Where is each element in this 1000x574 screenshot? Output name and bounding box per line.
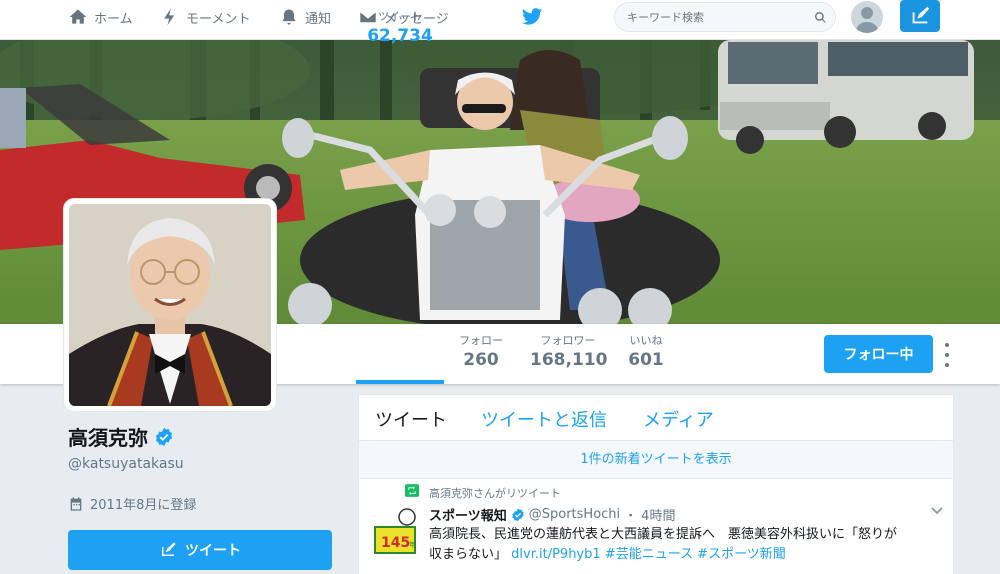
tab-media[interactable]: メディア xyxy=(643,406,714,432)
nav-notifications-label: 通知 xyxy=(305,11,332,27)
tweet-text-line2: 収まらない」 dlvr.it/P9hyb1 #芸能ニュース #スポーツ新聞 xyxy=(429,545,944,565)
stat-following-value: 260 xyxy=(463,350,499,370)
timeline: ツイート ツイートと返信 メディア 1件の新着ツイートを表示 高須克弥さんがリツ… xyxy=(358,394,954,574)
default-avatar-icon xyxy=(856,7,878,33)
nav-moments-label: モーメント xyxy=(186,11,251,27)
nav-moments[interactable]: モーメント xyxy=(160,0,250,34)
stat-followers[interactable]: フォロワー 168,110 xyxy=(530,332,608,370)
bell-icon xyxy=(282,9,296,25)
nav-notifications[interactable]: 通知 xyxy=(279,0,331,34)
stat-following[interactable]: フォロー 260 xyxy=(452,332,510,370)
compose-icon xyxy=(912,6,930,24)
home-icon xyxy=(69,9,87,24)
active-stat-underline xyxy=(356,380,444,384)
twitter-bird-icon[interactable] xyxy=(520,6,544,28)
avatar-badge-number: 145 xyxy=(381,535,410,551)
stat-followers-value: 168,110 xyxy=(530,350,608,370)
tweet-text-quote-end: 収まらない」 xyxy=(429,547,508,562)
dot xyxy=(945,363,949,367)
tweet-hashtags[interactable]: #芸能ニュース #スポーツ新聞 xyxy=(605,547,786,562)
tweet-author-name[interactable]: スポーツ報知 xyxy=(429,505,507,524)
more-options-button[interactable] xyxy=(941,343,953,367)
tweet-header: スポーツ報知 @SportsHochi ・ 4時間 xyxy=(429,505,675,524)
avatar-badge-sub: 年 xyxy=(409,540,416,549)
stat-tweets-label: ツイート xyxy=(378,10,422,23)
top-navigation-bar: ホーム モーメント 通知 メッセージ xyxy=(0,0,1000,40)
search-box[interactable] xyxy=(614,2,836,32)
joined-date-label: 2011年8月に登録 xyxy=(90,498,197,513)
dot xyxy=(945,343,949,347)
nav-home-label: ホーム xyxy=(94,11,133,27)
following-button[interactable]: フォロー中 xyxy=(824,335,933,373)
tweet-author-avatar[interactable]: 145 年 xyxy=(373,507,421,555)
verified-icon xyxy=(155,427,173,446)
tab-tweets-and-replies[interactable]: ツイートと返信 xyxy=(481,406,607,432)
nav-home[interactable]: ホーム xyxy=(68,0,133,34)
stat-likes[interactable]: いいね 601 xyxy=(624,332,668,370)
profile-handle[interactable]: @katsuyatakasu xyxy=(68,456,184,472)
joined-date: 2011年8月に登録 xyxy=(68,494,196,513)
profile-name[interactable]: 高須克弥 xyxy=(68,422,148,451)
profile-name-row: 高須克弥 xyxy=(68,422,174,451)
stat-likes-value: 601 xyxy=(628,350,664,370)
calendar-icon xyxy=(70,496,82,511)
profile-avatar[interactable] xyxy=(64,199,276,411)
tweet-timestamp[interactable]: 4時間 xyxy=(641,505,675,524)
user-avatar[interactable] xyxy=(851,1,883,33)
separator-dot: ・ xyxy=(624,509,638,524)
tweet-text-line1: 高須院長、民進党の蓮舫代表と大西議員を提訴へ 悪徳美容外科扱いに「怒りが xyxy=(429,527,898,542)
tweet-link[interactable]: dlvr.it/P9hyb1 xyxy=(511,547,601,562)
tweet-button-label: ツイート xyxy=(185,543,241,559)
tab-tweets[interactable]: ツイート xyxy=(375,406,447,432)
retweet-icon xyxy=(405,484,419,497)
show-new-tweets-bar[interactable]: 1件の新着ツイートを表示 xyxy=(359,441,953,479)
tweet-author-handle[interactable]: @SportsHochi xyxy=(529,507,620,522)
stat-followers-label: フォロワー xyxy=(540,334,596,347)
compose-icon xyxy=(162,542,176,556)
search-icon[interactable] xyxy=(814,11,827,24)
tweet-text: 高須院長、民進党の蓮舫代表と大西議員を提訴へ 悪徳美容外科扱いに「怒りが 収まら… xyxy=(429,525,944,565)
stat-tweets[interactable]: ツイート 62,734 xyxy=(358,8,442,46)
profile-photo xyxy=(69,204,271,406)
search-input[interactable] xyxy=(615,3,805,31)
dot xyxy=(945,353,949,357)
tweet-item[interactable]: 高須克弥さんがリツイート 145 年 スポーツ報知 @SportsHochi ・… xyxy=(359,479,953,574)
compose-tweet-button[interactable] xyxy=(900,0,940,32)
stat-following-label: フォロー xyxy=(459,334,503,347)
timeline-tabs: ツイート ツイートと返信 メディア xyxy=(359,395,953,441)
chevron-down-icon[interactable] xyxy=(931,507,943,515)
lightning-icon xyxy=(164,8,175,26)
verified-icon xyxy=(512,508,524,521)
stat-tweets-value: 62,734 xyxy=(367,26,433,46)
stat-likes-label: いいね xyxy=(629,334,663,347)
retweet-context[interactable]: 高須克弥さんがリツイート xyxy=(429,485,561,501)
tweet-to-user-button[interactable]: ツイート xyxy=(68,530,332,570)
